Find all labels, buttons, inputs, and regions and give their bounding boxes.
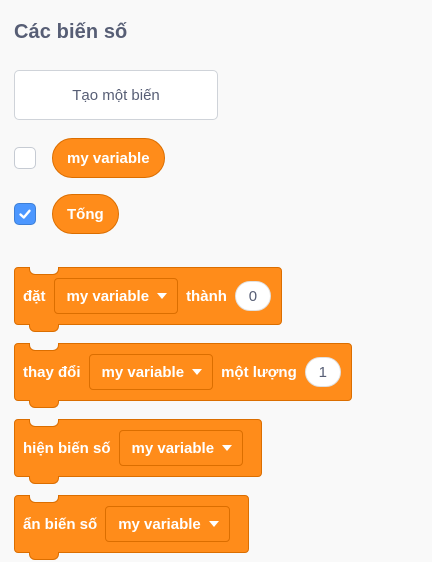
change-variable-block[interactable]: thay đổi my variable một lượng 1 <box>14 343 352 408</box>
variable-checkbox-my-variable[interactable] <box>14 147 36 169</box>
change-block-by-label: một lượng <box>221 363 297 381</box>
hide-variable-block[interactable]: ẩn biến số my variable <box>14 495 249 560</box>
set-block-label: đặt <box>23 287 46 305</box>
hide-variable-dropdown[interactable]: my variable <box>105 506 230 542</box>
variable-row-tong: Tống <box>14 194 119 234</box>
show-block-label: hiện biến số <box>23 439 111 457</box>
dropdown-value: my variable <box>101 363 185 381</box>
variable-row-my-variable: my variable <box>14 138 165 178</box>
block-tab <box>29 322 59 332</box>
category-title: Các biến số <box>14 21 128 43</box>
block-notch <box>29 343 59 351</box>
block-tab <box>29 550 59 560</box>
variables-palette: Các biến số Tạo một biến my variable Tốn… <box>0 0 432 562</box>
change-block-label: thay đổi <box>23 363 81 381</box>
dropdown-arrow-icon <box>157 293 168 299</box>
show-variable-block[interactable]: hiện biến số my variable <box>14 419 263 484</box>
block-tab <box>29 398 59 408</box>
dropdown-arrow-icon <box>222 445 233 451</box>
set-value-input[interactable]: 0 <box>234 281 271 311</box>
dropdown-value: my variable <box>131 439 215 457</box>
block-notch <box>29 495 59 503</box>
check-icon <box>19 209 31 219</box>
set-variable-block[interactable]: đặt my variable thành 0 <box>14 267 282 332</box>
show-variable-dropdown[interactable]: my variable <box>118 430 244 466</box>
dropdown-value: my variable <box>118 515 201 533</box>
dropdown-arrow-icon <box>208 521 219 527</box>
variable-checkbox-tong[interactable] <box>14 203 36 225</box>
change-value-input[interactable]: 1 <box>304 357 341 387</box>
make-variable-button[interactable]: Tạo một biến <box>14 70 218 120</box>
dropdown-arrow-icon <box>192 369 203 375</box>
variable-reporter-tong[interactable]: Tống <box>52 194 119 234</box>
block-notch <box>29 267 59 275</box>
change-variable-dropdown[interactable]: my variable <box>88 354 214 390</box>
block-notch <box>29 419 59 427</box>
dropdown-value: my variable <box>66 287 150 305</box>
variable-reporter-my-variable[interactable]: my variable <box>52 138 165 178</box>
block-tab <box>29 474 59 484</box>
set-block-to-label: thành <box>186 287 227 305</box>
hide-block-label: ẩn biến số <box>23 515 98 533</box>
set-variable-dropdown[interactable]: my variable <box>53 278 179 314</box>
